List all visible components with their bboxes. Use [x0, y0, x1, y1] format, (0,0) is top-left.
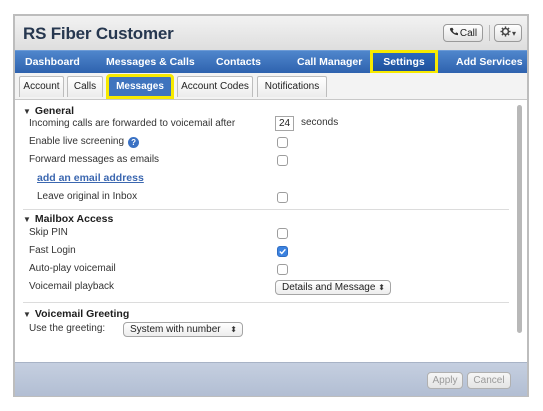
collapse-triangle-icon: ▼: [23, 310, 31, 319]
forward-email-label: Forward messages as emails: [29, 154, 160, 165]
greeting-select-value: System with number: [130, 324, 221, 335]
app-window: RS Fiber Customer Call ▾ Dashboard Messa…: [13, 14, 529, 397]
playback-select-value: Details and Message: [282, 282, 376, 293]
forward-email-checkbox[interactable]: [277, 155, 288, 166]
apply-button[interactable]: Apply: [427, 372, 463, 389]
forward-delay-input[interactable]: 24: [275, 116, 294, 131]
main-nav: Dashboard Messages & Calls Contacts Call…: [15, 50, 527, 74]
tab-calls[interactable]: Calls: [67, 76, 103, 97]
leave-inbox-label: Leave original in Inbox: [37, 191, 138, 202]
call-button-label: Call: [459, 27, 478, 39]
collapse-triangle-icon: ▼: [23, 215, 31, 224]
help-icon[interactable]: ?: [128, 137, 140, 148]
cancel-button[interactable]: Cancel: [467, 372, 511, 389]
select-arrows-icon: ⬍: [378, 283, 385, 292]
nav-dashboard[interactable]: Dashboard: [25, 51, 80, 73]
forward-delay-label: Incoming calls are forwarded to voicemai…: [29, 118, 236, 129]
playback-label: Voicemail playback: [29, 281, 115, 292]
tab-account[interactable]: Account: [19, 76, 64, 97]
tab-notifications[interactable]: Notifications: [257, 76, 327, 97]
use-greeting-label: Use the greeting:: [29, 323, 106, 334]
section-mailbox-header[interactable]: ▼ Mailbox Access: [23, 213, 113, 225]
section-divider: [23, 209, 509, 210]
section-greeting-header[interactable]: ▼ Voicemail Greeting: [23, 308, 129, 320]
tab-messages[interactable]: Messages: [106, 74, 174, 99]
select-arrows-icon: ⬍: [230, 325, 237, 334]
footer-bar: Apply Cancel: [15, 362, 527, 396]
nav-add-services[interactable]: Add Services: [456, 51, 523, 73]
nav-settings[interactable]: Settings: [370, 50, 438, 74]
vertical-scrollbar[interactable]: [517, 105, 522, 333]
fast-login-label: Fast Login: [29, 245, 76, 256]
playback-select[interactable]: Details and Message ⬍: [275, 280, 391, 295]
autoplay-checkbox[interactable]: [277, 264, 288, 275]
phone-icon: [449, 27, 458, 39]
live-screening-checkbox[interactable]: [277, 137, 288, 148]
nav-messages-calls[interactable]: Messages & Calls: [106, 51, 195, 73]
gear-icon: [500, 26, 511, 40]
fast-login-checkbox[interactable]: [277, 246, 288, 257]
forward-delay-unit: seconds: [301, 117, 339, 128]
section-general-title: General: [34, 105, 75, 117]
greeting-select[interactable]: System with number ⬍: [123, 322, 243, 337]
live-screening-label: Enable live screening: [29, 136, 125, 147]
skip-pin-label: Skip PIN: [29, 227, 68, 238]
section-divider: [23, 302, 509, 303]
live-screening-row: Enable live screening?: [29, 136, 140, 148]
settings-content: ▼ General Incoming calls are forwarded to…: [15, 100, 527, 362]
autoplay-label: Auto-play voicemail: [29, 263, 116, 274]
section-mailbox-title: Mailbox Access: [34, 213, 114, 225]
call-button[interactable]: Call: [443, 24, 483, 42]
section-general-header[interactable]: ▼ General: [23, 105, 74, 117]
nav-call-manager[interactable]: Call Manager: [297, 51, 362, 73]
title-bar: RS Fiber Customer Call ▾: [15, 16, 527, 50]
checkmark-icon: [279, 248, 286, 255]
header-separator: [489, 25, 490, 41]
collapse-triangle-icon: ▼: [23, 107, 31, 116]
settings-tabs: Account Calls Messages Account Codes Not…: [15, 73, 527, 100]
nav-contacts[interactable]: Contacts: [216, 51, 261, 73]
settings-menu-button[interactable]: ▾: [494, 24, 522, 42]
skip-pin-checkbox[interactable]: [277, 228, 288, 239]
leave-inbox-checkbox[interactable]: [277, 192, 288, 203]
tab-account-codes[interactable]: Account Codes: [177, 76, 253, 97]
app-title: RS Fiber Customer: [23, 24, 174, 43]
add-email-link[interactable]: add an email address: [37, 172, 144, 184]
section-greeting-title: Voicemail Greeting: [34, 308, 130, 320]
chevron-down-icon: ▾: [511, 28, 516, 38]
